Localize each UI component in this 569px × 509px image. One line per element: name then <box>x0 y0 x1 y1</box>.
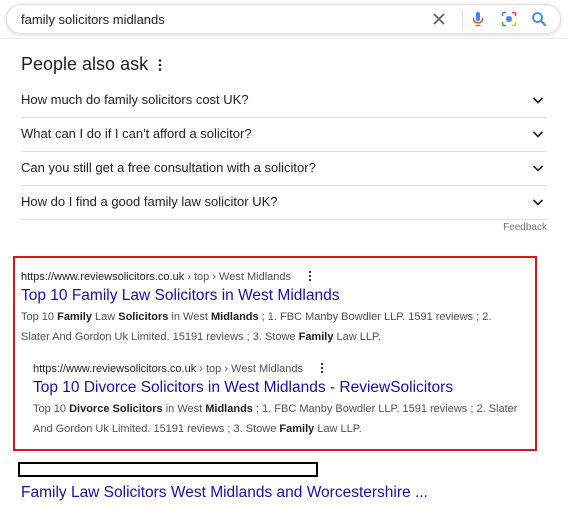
snippet-text: Law <box>91 311 119 323</box>
snippet-bold: Solicitors <box>112 403 163 415</box>
result-title-link[interactable]: Top 10 Family Law Solicitors in West Mid… <box>21 287 521 305</box>
close-icon[interactable] <box>430 10 448 28</box>
chevron-down-icon <box>532 97 544 104</box>
header-divider <box>0 38 569 39</box>
redacted-url-box <box>18 462 318 477</box>
feedback-link[interactable]: Feedback <box>503 222 547 233</box>
snippet-text: Top 10 <box>21 311 58 323</box>
paa-question-text: What can I do if I can't afford a solici… <box>21 126 252 141</box>
paa-question[interactable]: Can you still get a free consultation wi… <box>21 151 547 186</box>
paa-question[interactable]: How much do family solicitors cost UK? <box>21 83 547 118</box>
snippet-bold: Solicitors <box>118 311 169 323</box>
result-url[interactable]: https://www.reviewsolicitors.co.uk <box>33 363 196 375</box>
chevron-down-icon <box>532 199 544 206</box>
result-url[interactable]: https://www.reviewsolicitors.co.uk <box>21 271 184 283</box>
result-citation: https://www.reviewsolicitors.co.uk › top… <box>21 270 521 283</box>
search-bar-divider <box>462 10 463 28</box>
paa-question[interactable]: How do I find a good family law solicito… <box>21 185 547 220</box>
search-result: https://www.reviewsolicitors.co.uk › top… <box>21 270 521 347</box>
result-citation: https://www.reviewsolicitors.co.uk › top… <box>33 362 523 375</box>
snippet-text: Law LLP. <box>314 423 362 435</box>
chevron-down-icon <box>532 165 544 172</box>
result-snippet: Top 10 Family Law Solicitors in West Mid… <box>21 307 521 347</box>
result-snippet: Top 10 Divorce Solicitors in West Midlan… <box>33 399 523 439</box>
result-breadcrumb: › top › West Midlands <box>196 363 303 375</box>
result-title-link[interactable]: Top 10 Divorce Solicitors in West Midlan… <box>33 379 523 397</box>
paa-question[interactable]: What can I do if I can't afford a solici… <box>21 117 547 152</box>
search-icon[interactable] <box>530 10 548 28</box>
search-results-page: People also ask How much do family solic… <box>0 0 569 509</box>
camera-icon[interactable] <box>500 10 518 28</box>
more-options-icon[interactable] <box>306 270 314 282</box>
result-title-link[interactable]: Family Law Solicitors West Midlands and … <box>21 484 428 502</box>
more-options-icon[interactable] <box>155 57 165 73</box>
chevron-down-icon <box>532 131 544 138</box>
result-breadcrumb: › top › West Midlands <box>184 271 291 283</box>
snippet-bold: Midlands <box>210 311 259 323</box>
microphone-icon[interactable] <box>469 10 487 28</box>
paa-question-text: Can you still get a free consultation wi… <box>21 160 316 175</box>
more-options-icon[interactable] <box>318 362 326 374</box>
people-also-ask-title: People also ask <box>21 54 149 74</box>
snippet-bold: Divorce <box>69 403 110 415</box>
snippet-text: Top 10 <box>33 403 70 415</box>
snippet-bold: Family <box>57 311 92 323</box>
search-result: https://www.reviewsolicitors.co.uk › top… <box>33 362 523 439</box>
snippet-text: in West <box>168 311 211 323</box>
paa-question-text: How much do family solicitors cost UK? <box>21 92 249 107</box>
snippet-text: in West <box>162 403 206 415</box>
snippet-text: Law LLP. <box>333 331 381 343</box>
snippet-bold: Family <box>298 331 334 343</box>
snippet-bold: Family <box>279 423 315 435</box>
paa-question-text: How do I find a good family law solicito… <box>21 194 278 209</box>
snippet-bold: Midlands <box>205 403 253 415</box>
search-input[interactable] <box>21 10 421 28</box>
search-bar[interactable] <box>6 4 561 34</box>
